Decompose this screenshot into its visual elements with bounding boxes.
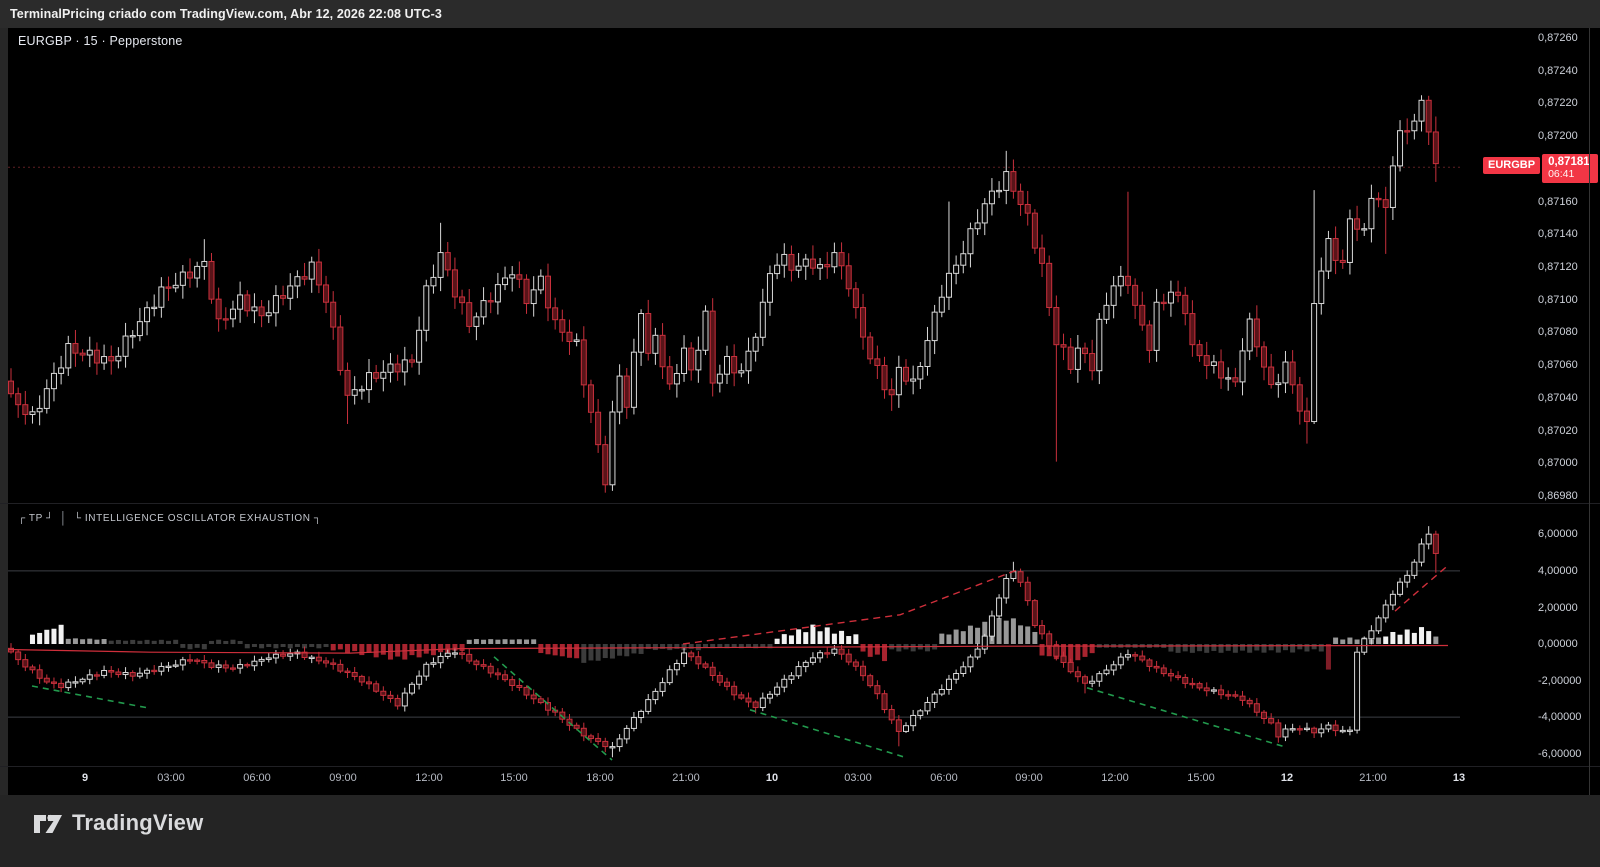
pane-divider[interactable] [0,503,1600,504]
time-axis-day-label: 13 [1452,772,1466,784]
oscillator-axis-label: 4,00000 [1538,565,1578,577]
oscillator-legend-name: └ INTELLIGENCE OSCILLATOR EXHAUSTION ┐ [73,512,322,524]
time-axis-label: 06:00 [243,772,271,784]
time-axis-label: 09:00 [1015,772,1043,784]
oscillator-axis-label: -2,00000 [1538,675,1582,687]
time-axis-label: 21:00 [672,772,700,784]
oscillator-legend-separator: │ [59,511,68,525]
footer-bar: TradingView [0,795,1600,867]
time-axis-label: 12:00 [1101,772,1129,784]
chart-canvas[interactable] [0,0,1600,867]
oscillator-legend-tp: ┌ TP ┘ [18,512,54,524]
time-axis-label: 15:00 [500,772,528,784]
oscillator-candles [8,526,1439,758]
right-edge-line [1589,28,1590,795]
oscillator-scale[interactable]: 6,00000 4,00000 2,00000 0,00000 -2,00000 -4,0… [1538,0,1600,795]
time-axis-label: 12:00 [415,772,443,784]
last-price-value: 0,87181 [1548,156,1590,168]
time-axis-label: 21:00 [1359,772,1387,784]
time-axis-day-label: 9 [81,772,89,784]
tradingview-window: TerminalPricing criado com TradingView.c… [0,0,1600,867]
tradingview-logo-text: TradingView [72,810,204,835]
time-axis-label: 18:00 [586,772,614,784]
oscillator-axis-label: -6,00000 [1538,748,1582,760]
time-axis-label: 09:00 [329,772,357,784]
oscillator-histogram [29,618,1439,670]
oscillator-axis-label: 6,00000 [1538,528,1578,540]
oscillator-legend[interactable]: ┌ TP ┘ │ └ INTELLIGENCE OSCILLATOR EXHAU… [18,511,322,525]
last-price-badge-symbol: EURGBP [1483,157,1541,174]
time-axis-day-label: 12 [1280,772,1294,784]
oscillator-axis-label: 2,00000 [1538,602,1578,614]
time-axis-divider [0,766,1600,767]
last-price-badge[interactable]: EURGBP 0,87181 06:41 [1483,154,1599,183]
bar-countdown: 06:41 [1548,168,1575,180]
oscillator-axis-label: -4,00000 [1538,711,1582,723]
time-axis-day-label: 10 [765,772,779,784]
oscillator-axis-label: 0,00000 [1538,638,1578,650]
symbol-legend[interactable]: EURGBP · 15 · Pepperstone [18,34,183,48]
time-axis-label: 06:00 [930,772,958,784]
time-scale[interactable]: 9 03:00 06:00 09:00 12:00 15:00 18:00 21:00 10 03… [0,767,1600,795]
tradingview-logo[interactable]: TradingView [33,810,203,836]
tradingview-logo-icon [34,814,62,833]
main-candles [8,95,1439,493]
main-pane [8,95,1460,493]
time-axis-label: 15:00 [1187,772,1215,784]
time-axis-label: 03:00 [844,772,872,784]
time-axis-label: 03:00 [157,772,185,784]
oscillator-pane [7,526,1460,761]
